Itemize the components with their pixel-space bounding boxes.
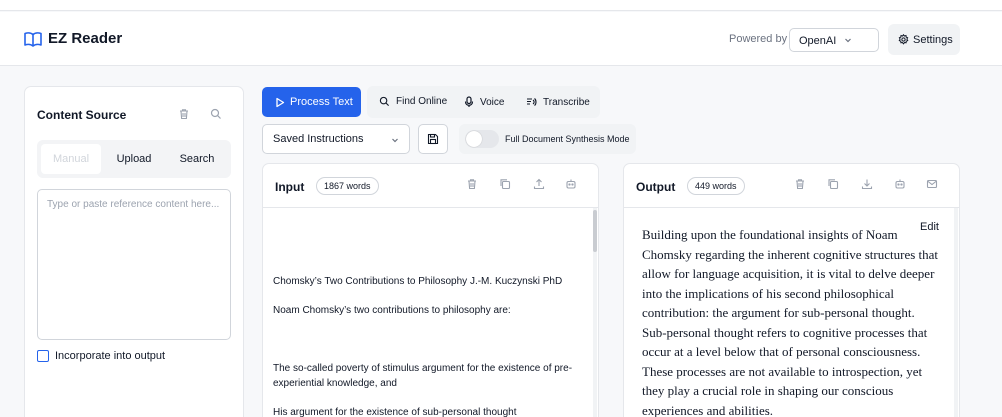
input-paragraph: The so-called poverty of stimulus argume… bbox=[273, 363, 573, 389]
source-tabs: Manual Upload Search bbox=[37, 140, 231, 178]
microphone-icon bbox=[464, 96, 474, 107]
input-word-count: 1867 words bbox=[316, 177, 379, 195]
incorporate-label: Incorporate into output bbox=[55, 350, 166, 362]
transcribe-label: Transcribe bbox=[543, 96, 590, 108]
mail-icon[interactable] bbox=[926, 178, 938, 190]
input-paragraph: Noam Chomsky’s two contributions to phil… bbox=[273, 305, 511, 316]
search-icon bbox=[379, 96, 390, 107]
input-paragraph bbox=[273, 332, 583, 347]
output-title: Output bbox=[636, 180, 676, 194]
synthesis-mode-toggle[interactable] bbox=[465, 130, 499, 148]
transcribe-button[interactable]: Transcribe bbox=[525, 96, 590, 108]
upload-icon[interactable] bbox=[533, 178, 545, 190]
app-title: EZ Reader bbox=[48, 30, 123, 47]
settings-button[interactable]: Settings bbox=[888, 24, 960, 55]
input-panel: Input 1867 words Chomsky’s Two Contribut… bbox=[262, 163, 599, 417]
bot-icon[interactable] bbox=[894, 178, 906, 190]
save-icon bbox=[427, 133, 439, 145]
book-open-icon bbox=[24, 31, 42, 47]
gear-icon bbox=[898, 34, 909, 45]
clear-source-button[interactable] bbox=[176, 106, 192, 122]
save-instructions-button[interactable] bbox=[418, 124, 448, 154]
powered-by-label: Powered by bbox=[729, 33, 788, 45]
chevron-down-icon bbox=[392, 138, 398, 143]
find-online-label: Find Online bbox=[396, 96, 448, 107]
input-text[interactable]: Chomsky’s Two Contributions to Philosoph… bbox=[273, 274, 583, 417]
process-text-button[interactable]: Process Text bbox=[262, 87, 361, 117]
provider-select[interactable]: OpenAI bbox=[789, 28, 879, 52]
incorporate-checkbox[interactable] bbox=[37, 350, 49, 362]
play-icon bbox=[276, 97, 285, 107]
toggle-knob bbox=[466, 131, 482, 147]
synthesis-mode-group: Full Document Synthesis Mode bbox=[459, 124, 636, 154]
top-strip bbox=[0, 0, 1002, 11]
tool-group: Find Online Voice Transcribe bbox=[367, 86, 600, 118]
output-panel-header: Output 449 words bbox=[624, 164, 959, 208]
trash-icon[interactable] bbox=[794, 178, 806, 190]
synthesis-mode-label: Full Document Synthesis Mode bbox=[505, 134, 630, 144]
output-scrollbar[interactable] bbox=[954, 208, 958, 417]
input-panel-header: Input 1867 words bbox=[263, 164, 598, 208]
copy-icon[interactable] bbox=[827, 178, 839, 190]
copy-icon[interactable] bbox=[499, 178, 511, 190]
output-panel: Output 449 words Edit Building upon the … bbox=[623, 163, 960, 417]
trash-icon[interactable] bbox=[466, 178, 478, 190]
content-source-panel: Content Source Manual Upload Search Type… bbox=[24, 86, 244, 417]
process-text-label: Process Text bbox=[290, 96, 353, 108]
brand: EZ Reader bbox=[24, 30, 122, 47]
saved-instructions-select[interactable]: Saved Instructions bbox=[262, 124, 410, 154]
tab-search[interactable]: Search bbox=[167, 144, 227, 174]
voice-label: Voice bbox=[480, 96, 505, 108]
voice-button[interactable]: Voice bbox=[464, 96, 504, 108]
trash-icon bbox=[180, 109, 188, 120]
tab-manual[interactable]: Manual bbox=[41, 144, 101, 174]
bot-icon[interactable] bbox=[565, 178, 577, 190]
content-source-title: Content Source bbox=[37, 108, 127, 122]
find-online-button[interactable]: Find Online bbox=[379, 96, 447, 107]
reference-content-input[interactable]: Type or paste reference content here... bbox=[37, 189, 231, 340]
app-header: EZ Reader Powered by OpenAI Settings bbox=[0, 12, 1002, 66]
input-paragraph: Chomsky’s Two Contributions to Philosoph… bbox=[273, 276, 563, 287]
transcribe-icon bbox=[527, 98, 537, 106]
settings-label: Settings bbox=[913, 33, 953, 46]
chevron-down-icon bbox=[845, 38, 851, 43]
saved-instructions-value: Saved Instructions bbox=[273, 133, 364, 145]
output-word-count: 449 words bbox=[687, 177, 745, 195]
tab-upload[interactable]: Upload bbox=[103, 144, 165, 174]
incorporate-option: Incorporate into output bbox=[37, 350, 165, 362]
download-icon[interactable] bbox=[861, 178, 873, 190]
input-scrollbar[interactable] bbox=[593, 208, 597, 417]
provider-value: OpenAI bbox=[799, 35, 837, 47]
output-text[interactable]: Building upon the foundational insights … bbox=[642, 225, 942, 417]
input-scroll-thumb[interactable] bbox=[593, 210, 597, 252]
search-icon bbox=[210, 108, 221, 119]
input-paragraph: His argument for the existence of sub-pe… bbox=[273, 407, 517, 417]
search-source-button[interactable] bbox=[208, 106, 224, 122]
input-title: Input bbox=[275, 180, 305, 194]
